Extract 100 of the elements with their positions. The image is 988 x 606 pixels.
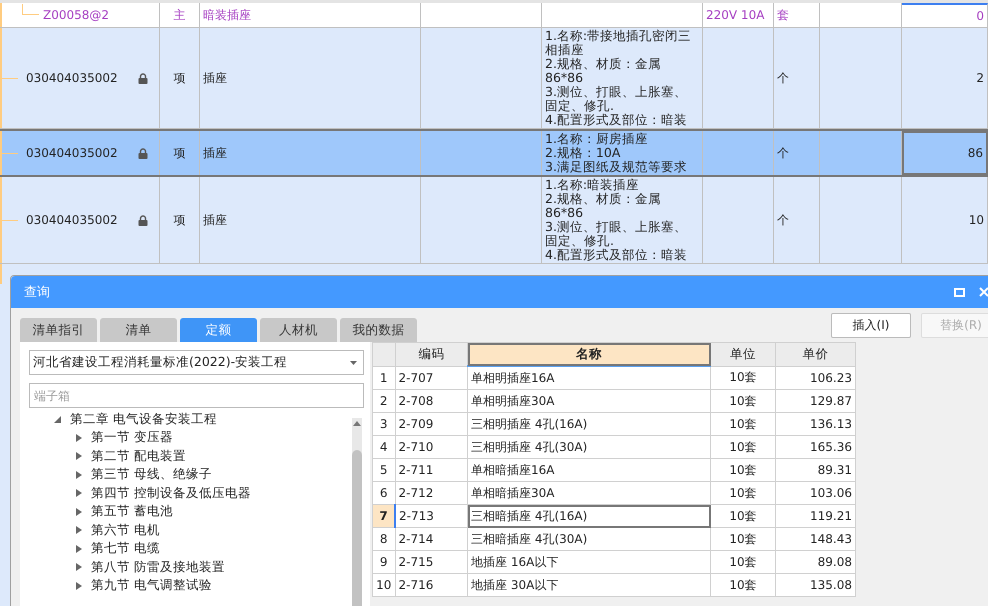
description-line: 2.规格：10A (545, 146, 620, 160)
tree-item[interactable]: 第二节 配电装置 (91, 448, 186, 465)
column-header[interactable]: 单位 (710, 342, 776, 366)
description-line: 2.规格、材质：金属 86*86 (545, 57, 662, 85)
tree-item[interactable]: 第六节 电机 (91, 522, 160, 539)
caret-icon (350, 360, 357, 364)
table-cell: 三相明插座 4孔(16A) (468, 412, 710, 436)
grid-row[interactable]: 030404035002 项 插座 1.名称:暗装插座 2.规格、材质：金属 86*86 3.测位、打眼、上胀塞、固定、修孔. 4.配置形式及部位：暗装 个 10 (0, 177, 988, 264)
table-cell: 2-714 (395, 528, 468, 550)
table-cell: 89.31 (776, 458, 856, 482)
quantity-text: 2 (976, 71, 984, 85)
description-line: 3.测位、打眼、上胀塞、固定、修孔. (545, 220, 688, 248)
quantity-text: 10 (968, 213, 984, 227)
tab[interactable]: 清单 (100, 318, 177, 342)
action-button[interactable]: 插入(I) (831, 313, 911, 338)
collapsed-triangle-icon[interactable] (75, 526, 82, 534)
unit-text: 个 (777, 70, 789, 86)
library-dropdown[interactable]: 河北省建设工程消耗量标准(2022)-安装工程 (29, 350, 364, 375)
table-cell: 单相明插座30A (468, 390, 710, 412)
description-line: 4.配置形式及部位：暗装 (545, 248, 687, 262)
table-cell: 10套 (710, 574, 776, 596)
code-text: 030404035002 (26, 213, 118, 227)
grid-row[interactable]: 030404035002 项 插座 1.名称:带接地插孔密闭三相插座 2.规格、材质：金属 86*86 3.测位、打眼、上胀塞、固定、修孔. 4.配置形式及部位：暗装 个 2 (0, 28, 988, 129)
expanded-triangle-icon[interactable] (54, 415, 61, 424)
table-cell: 2-711 (395, 458, 468, 482)
tree-item[interactable]: 第三节 母线、绝缘子 (91, 466, 212, 484)
search-field[interactable]: 端子箱 (29, 383, 364, 408)
maximize-icon[interactable] (954, 288, 965, 296)
type-text: 项 (174, 144, 186, 162)
unit-text: 个 (777, 144, 789, 162)
scrollbar[interactable] (352, 418, 362, 606)
tree-item[interactable]: 第八节 防雷及接地装置 (91, 558, 225, 576)
tree-item[interactable]: 第七节 电缆 (91, 540, 160, 558)
table-cell: 10套 (710, 390, 776, 412)
name-text: 插座 (203, 70, 227, 86)
description-line: 4.配置形式及部位：暗装 (545, 113, 687, 127)
tab[interactable]: 人材机 (260, 318, 337, 342)
up-arrow-icon[interactable] (353, 421, 361, 426)
row-number: 4 (372, 436, 395, 458)
table-cell: 2-709 (395, 412, 468, 436)
collapsed-triangle-icon[interactable] (75, 508, 82, 516)
description-line: 3.满足图纸及规范等要求 (545, 160, 687, 174)
collapsed-triangle-icon[interactable] (75, 544, 82, 553)
name-text: 插座 (203, 144, 227, 162)
row-number: 3 (372, 412, 395, 436)
description-line: 1.名称:带接地插孔密闭三相插座 (545, 29, 692, 57)
table-cell: 148.43 (776, 528, 856, 550)
table-cell: 2-712 (395, 482, 468, 504)
table-cell: 2-707 (395, 366, 468, 390)
code-text: 030404035002 (26, 71, 118, 85)
dropdown-value: 河北省建设工程消耗量标准(2022)-安装工程 (33, 354, 288, 371)
close-icon[interactable] (979, 287, 988, 297)
collapsed-triangle-icon[interactable] (75, 489, 82, 498)
row-number: 9 (372, 550, 395, 574)
table-cell: 地插座 16A以下 (468, 550, 710, 574)
table-cell: 单相暗插座16A (468, 458, 710, 482)
table-cell: 106.23 (776, 366, 856, 390)
tree-item[interactable]: 第五节 蓄电池 (91, 503, 173, 520)
row-number: 8 (372, 528, 395, 550)
table-cell: 单相明插座16A (468, 366, 710, 390)
quantity-text: 86 (968, 146, 983, 160)
table-cell: 2-710 (395, 436, 468, 458)
code-text: Z00058@2 (43, 8, 110, 22)
description-line: 1.名称：厨房插座 (545, 132, 648, 146)
collapsed-triangle-icon[interactable] (75, 563, 82, 572)
table-cell: 10套 (710, 412, 776, 436)
row-number: 7 (372, 504, 395, 528)
collapsed-triangle-icon[interactable] (75, 470, 82, 479)
table-cell: 三相暗插座 4孔(16A) (468, 504, 710, 528)
name-text: 暗装插座 (203, 6, 251, 24)
collapsed-triangle-icon[interactable] (75, 452, 82, 460)
tab[interactable]: 清单指引 (20, 318, 97, 342)
tree-item[interactable]: 第一节 变压器 (91, 429, 173, 446)
grid-row[interactable]: Z00058@2 主 暗装插座 220V 10A 套 0 (0, 3, 988, 28)
row-number: 6 (372, 482, 395, 504)
tree-item[interactable]: 第四节 控制设备及低压电器 (91, 484, 251, 502)
collapsed-triangle-icon[interactable] (75, 582, 82, 590)
table-cell: 10套 (710, 528, 776, 550)
unit-text: 个 (777, 212, 789, 228)
tree-item[interactable]: 第二章 电气设备安装工程 (70, 410, 217, 428)
name-text: 插座 (203, 212, 227, 228)
type-text: 项 (174, 212, 186, 228)
table-cell: 三相暗插座 4孔(30A) (468, 528, 710, 550)
grid-row[interactable]: 030404035002 项 插座 1.名称：厨房插座 2.规格：10A 3.满足图纸及规范等要求 个 86 (0, 129, 988, 177)
table-cell: 136.13 (776, 412, 856, 436)
unit-text: 套 (777, 6, 789, 24)
type-text: 项 (174, 70, 186, 86)
table-cell: 2-713 (395, 504, 468, 528)
collapsed-triangle-icon[interactable] (75, 434, 82, 442)
table-cell: 10套 (710, 366, 776, 390)
table-cell: 2-716 (395, 574, 468, 596)
quantity-text: 0 (976, 9, 984, 23)
table-cell: 地插座 30A以下 (468, 574, 710, 596)
column-header[interactable]: 编码 (395, 342, 468, 366)
tab[interactable]: 我的数据 (340, 318, 417, 342)
tree-item[interactable]: 第九节 电气调整试验 (91, 577, 212, 594)
dialog-title: 查询 (24, 284, 50, 301)
column-header[interactable]: 名称 (468, 342, 710, 366)
row-number: 5 (372, 458, 395, 482)
column-header[interactable]: 单价 (776, 342, 856, 366)
